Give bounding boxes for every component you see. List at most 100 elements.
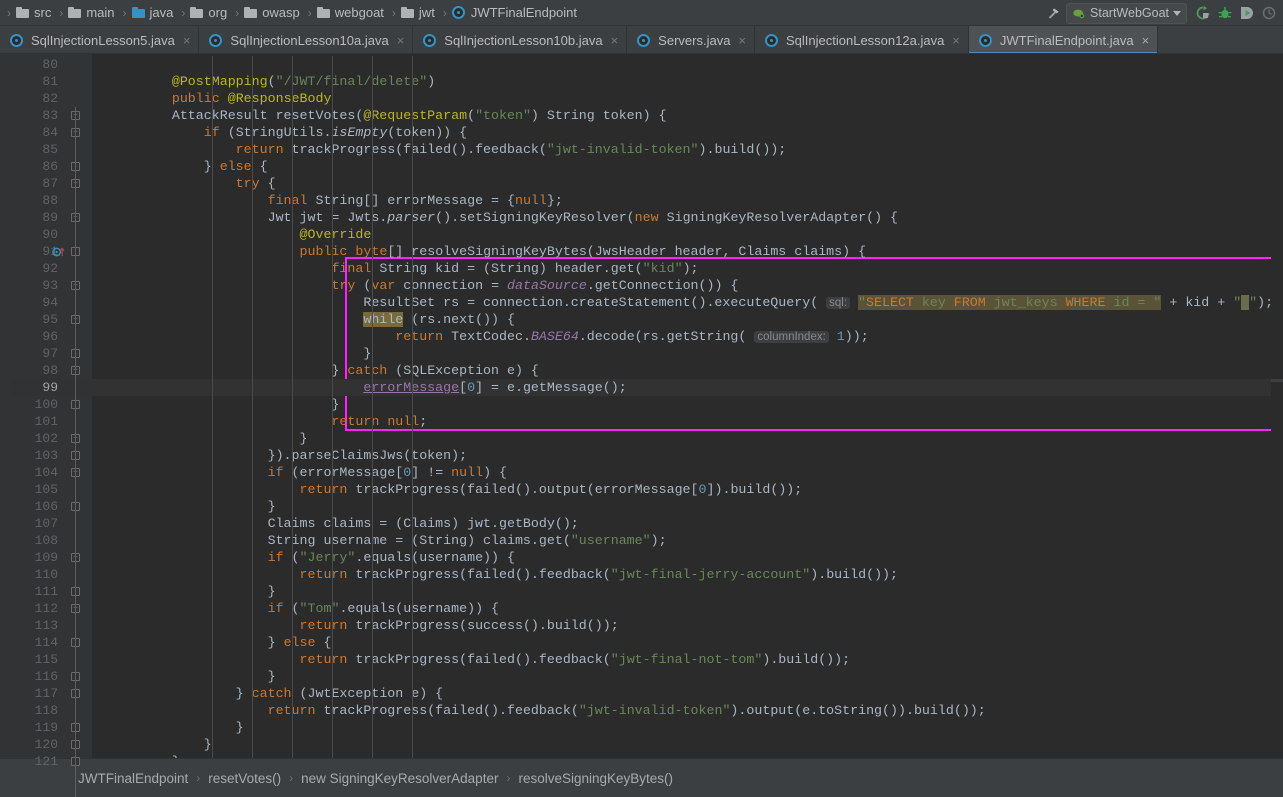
breadcrumb-item-java[interactable]: java [130,0,179,26]
breadcrumb-item-jwt[interactable]: jwt [399,0,440,26]
line-number: 113 [34,618,58,633]
code-line[interactable]: try (var connection = dataSource.getConn… [108,277,738,294]
line-number: 108 [34,533,58,548]
breadcrumb-separator: › [506,771,511,785]
rerun-icon[interactable] [1193,3,1213,23]
code-text-area[interactable]: @PostMapping("/JWT/final/delete") public… [92,54,1271,758]
code-line[interactable]: } [108,668,276,685]
code-line[interactable]: } [108,430,308,447]
close-icon[interactable]: × [397,33,405,48]
code-line[interactable]: } [108,498,276,515]
folder-icon [400,7,415,18]
tab-label: Servers.java [658,32,731,48]
tab-sqlinjectionlesson5[interactable]: SqlInjectionLesson5.java × [0,26,200,53]
code-line[interactable]: return TextCodec.BASE64.decode(rs.getStr… [108,328,868,345]
breadcrumb-separator: › [391,5,396,20]
code-line[interactable]: public byte[] resolveSigningKeyBytes(Jws… [108,243,867,260]
tab-label: JWTFinalEndpoint.java [999,32,1134,48]
tab-sqlinjectionlesson12a[interactable]: SqlInjectionLesson12a.java × [755,26,969,53]
code-line[interactable]: } [108,736,212,753]
breadcrumb-item-owasp[interactable]: owasp [242,0,305,26]
code-line[interactable]: try { [108,175,276,192]
code-line[interactable]: Claims claims = (Claims) jwt.getBody(); [108,515,579,532]
code-line[interactable]: return trackProgress(success().build()); [108,617,619,634]
code-line[interactable]: return trackProgress(failed().feedback("… [108,651,851,668]
code-line[interactable]: }).parseClaimsJws(token); [108,447,468,464]
code-line[interactable]: final String[] errorMessage = {null}; [108,192,563,209]
code-line[interactable]: if ("Jerry".equals(username)) { [108,549,515,566]
indent-guide [292,56,293,758]
line-number: 92 [42,261,58,276]
close-icon[interactable]: × [611,33,619,48]
code-line[interactable]: } [108,753,180,758]
code-line[interactable]: } [108,719,244,736]
code-editor[interactable]: 80 81 82 83 84 85 86 87 88 89 90 91 92 93 94 95 96 97 98 99… [0,54,1283,797]
code-line[interactable]: } else { [108,158,268,175]
tab-sqlinjectionlesson10b[interactable]: SqlInjectionLesson10b.java × [413,26,628,53]
line-number: 118 [34,703,58,718]
breadcrumb-item-main[interactable]: main [66,0,119,26]
line-number: 111 [34,584,58,599]
breadcrumb-item-src[interactable]: src [14,0,56,26]
close-icon[interactable]: × [952,33,960,48]
close-icon[interactable]: × [738,33,746,48]
breadcrumb-anon-class[interactable]: new SigningKeyResolverAdapter [301,771,498,786]
code-line[interactable]: } catch (SQLException e) { [108,362,538,379]
breadcrumb-inner-method[interactable]: resolveSigningKeyBytes() [518,771,673,786]
breadcrumb-item-org[interactable]: org [188,0,232,26]
code-line[interactable]: String username = (String) claims.get("u… [108,532,667,549]
run-with-coverage-icon[interactable] [1237,3,1257,23]
close-icon[interactable]: × [183,33,191,48]
line-number: 110 [34,567,58,582]
breadcrumb-item-jwtfinalendpoint[interactable]: JWTFinalEndpoint [450,0,582,26]
code-line[interactable]: errorMessage[0] = e.getMessage(); [108,379,626,396]
toolbar-actions: StartWebGoat [1042,0,1283,26]
code-line[interactable]: @PostMapping("/JWT/final/delete") [108,73,435,90]
code-line[interactable]: } [108,396,339,413]
java-class-icon [209,33,223,47]
hammer-icon[interactable] [1042,0,1064,26]
code-line[interactable]: } catch (JwtException e) { [108,685,444,702]
debug-glyph [1218,7,1232,19]
chevron-down-icon[interactable] [1173,10,1181,16]
code-line[interactable]: return trackProgress(failed().feedback("… [108,702,986,719]
error-stripe-scrollbar[interactable] [1271,54,1283,758]
folder-icon-blue [131,7,146,18]
breadcrumb-separator: › [7,5,11,20]
breadcrumb-method[interactable]: resetVotes() [208,771,281,786]
editor-gutter[interactable]: 80 81 82 83 84 85 86 87 88 89 90 91 92 93 94 95 96 97 98 99… [12,54,106,797]
editor-marker-strip [0,54,12,758]
breadcrumb-item-webgoat[interactable]: webgoat [315,0,389,26]
code-line[interactable]: } else { [108,634,332,651]
breadcrumb-class[interactable]: JWTFinalEndpoint [78,771,188,786]
code-line[interactable]: } [108,583,276,600]
code-line[interactable]: if (StringUtils.isEmpty(token)) { [108,124,467,141]
implementing-method-icon[interactable] [52,246,65,258]
code-line[interactable]: while (rs.next()) { [108,311,515,328]
code-line[interactable]: if ("Tom".equals(username)) { [108,600,499,617]
indent-guide [212,56,213,758]
debug-icon[interactable] [1215,3,1235,23]
code-line[interactable]: return trackProgress(failed().feedback("… [108,566,899,583]
close-icon[interactable]: × [1142,33,1150,48]
java-class-icon [451,6,465,19]
tab-jwtfinalendpoint[interactable]: JWTFinalEndpoint.java × [968,26,1159,53]
folder-icon [16,7,30,18]
code-line[interactable]: Jwt jwt = Jwts.parser().setSigningKeyRes… [108,209,898,226]
code-line[interactable]: return null; [108,413,427,430]
run-configuration-selector[interactable]: StartWebGoat [1066,2,1187,24]
profiler-icon[interactable] [1259,3,1279,23]
code-line[interactable]: return trackProgress(failed().feedback("… [108,141,787,158]
tab-sqlinjectionlesson10a[interactable]: SqlInjectionLesson10a.java × [199,26,414,53]
tab-servers[interactable]: Servers.java × [627,26,756,53]
code-line[interactable]: public @ResponseBody [108,90,332,107]
folder-icon [190,7,204,18]
code-line[interactable]: AttackResult resetVotes(@RequestParam("t… [108,107,667,124]
code-line[interactable]: final String kid = (String) header.get("… [108,260,698,277]
code-line[interactable]: ResultSet rs = connection.createStatemen… [108,294,1271,311]
line-number: 93 [42,278,58,293]
line-number: 94 [42,295,58,310]
breadcrumb-label: org [208,5,228,20]
breadcrumb-separator: › [442,5,447,20]
code-line[interactable]: if (errorMessage[0] != null) { [108,464,507,481]
